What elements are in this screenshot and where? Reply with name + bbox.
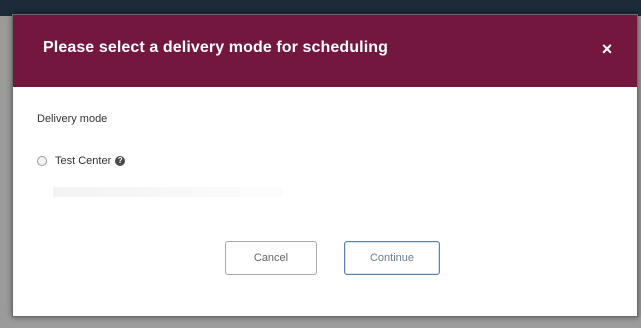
dialog-header: Please select a delivery mode for schedu… bbox=[13, 15, 637, 87]
delivery-mode-label: Delivery mode bbox=[37, 113, 108, 125]
question-circle-icon[interactable]: ? bbox=[115, 156, 126, 166]
dialog-title: Please select a delivery mode for schedu… bbox=[43, 39, 388, 56]
test-center-label[interactable]: Test Center bbox=[55, 155, 111, 167]
test-center-radio[interactable] bbox=[37, 156, 47, 166]
delivery-mode-dialog: Please select a delivery mode for schedu… bbox=[12, 14, 638, 317]
continue-button[interactable]: Continue bbox=[344, 241, 440, 275]
close-icon[interactable]: × bbox=[597, 39, 617, 59]
option-test-center[interactable]: Test Center ? bbox=[37, 153, 126, 169]
faded-content-row bbox=[53, 187, 283, 197]
cancel-button[interactable]: Cancel bbox=[225, 241, 317, 275]
